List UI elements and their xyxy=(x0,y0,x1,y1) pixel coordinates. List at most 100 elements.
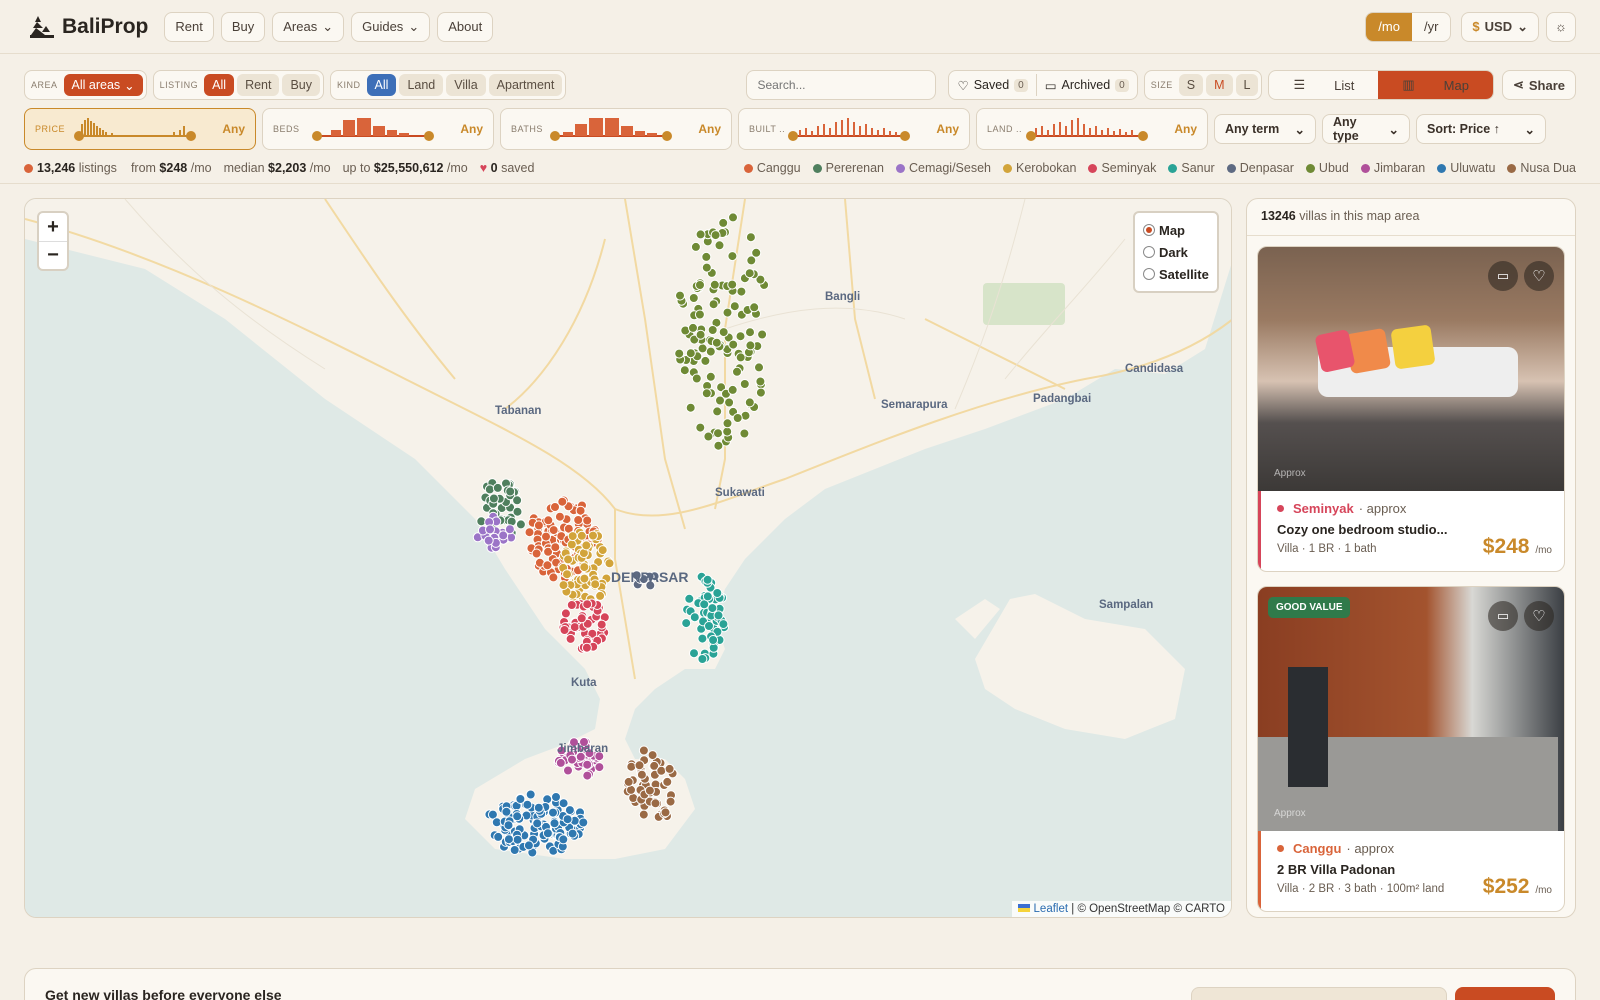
listing-marker[interactable] xyxy=(745,327,755,338)
listing-marker[interactable] xyxy=(755,376,766,387)
listing-marker[interactable] xyxy=(594,762,605,773)
listing-marker[interactable] xyxy=(708,635,719,645)
listing-marker[interactable] xyxy=(749,302,760,313)
listing-marker[interactable] xyxy=(567,754,577,765)
listing-marker[interactable] xyxy=(525,789,536,800)
nav-buy[interactable]: Buy xyxy=(220,11,266,42)
listing-marker[interactable] xyxy=(697,654,708,664)
listing-marker[interactable] xyxy=(484,484,495,495)
legend-item-uluwatu[interactable]: Uluwatu xyxy=(1437,161,1495,175)
listing-marker[interactable] xyxy=(713,428,723,439)
listing-marker[interactable] xyxy=(597,545,608,556)
listing-marker[interactable] xyxy=(485,524,495,535)
listing-marker[interactable] xyxy=(695,422,706,433)
newsletter-subscribe-button[interactable] xyxy=(1455,987,1555,1000)
listing-marker[interactable] xyxy=(704,621,714,631)
sort-select[interactable]: Sort: Price ↑ ⌄ xyxy=(1416,114,1546,144)
listing-marker[interactable] xyxy=(729,301,740,312)
logo[interactable]: BaliProp xyxy=(28,14,148,40)
listing-marker[interactable] xyxy=(509,845,520,855)
legend-item-ubud[interactable]: Ubud xyxy=(1305,161,1349,175)
listing-marker[interactable] xyxy=(711,337,722,348)
listing-marker[interactable] xyxy=(709,279,720,290)
listing-marker[interactable] xyxy=(702,574,713,585)
listing-marker[interactable] xyxy=(735,352,746,363)
saved-button[interactable]: ♡ Saved 0 xyxy=(957,78,1028,93)
nav-guides[interactable]: Guides ⌄ xyxy=(351,11,431,42)
kind-land-chip[interactable]: Land xyxy=(399,74,444,96)
period-monthly-button[interactable]: /mo xyxy=(1366,12,1412,41)
size-m-chip[interactable]: M xyxy=(1206,74,1233,96)
type-select[interactable]: Any type ⌄ xyxy=(1322,114,1410,144)
listing-marker[interactable] xyxy=(541,531,551,542)
area-select[interactable]: All areas ⌄ xyxy=(63,74,143,96)
favorite-button[interactable]: ♡ xyxy=(1524,261,1554,291)
listing-marker[interactable] xyxy=(634,760,645,771)
listing-marker[interactable] xyxy=(644,785,655,796)
list-view-button[interactable]: ☰ List xyxy=(1269,71,1378,99)
listing-marker[interactable] xyxy=(569,622,580,633)
listing-marker[interactable] xyxy=(656,765,667,776)
listing-marker[interactable] xyxy=(596,619,607,630)
listing-marker[interactable] xyxy=(562,814,573,825)
listing-buy-chip[interactable]: Buy xyxy=(282,74,321,96)
listing-marker[interactable] xyxy=(751,247,762,258)
listing-marker[interactable] xyxy=(548,807,558,818)
listing-marker[interactable] xyxy=(744,397,755,408)
listing-marker[interactable] xyxy=(560,608,571,619)
search-input[interactable] xyxy=(746,70,937,100)
listing-card[interactable]: ▭ ♡ Approx Seminyak · approx Cozy one bed… xyxy=(1257,246,1565,572)
listing-marker[interactable] xyxy=(590,579,601,590)
listing-marker[interactable] xyxy=(548,572,559,583)
listing-marker[interactable] xyxy=(664,763,675,774)
listing-marker[interactable] xyxy=(707,325,718,335)
listing-marker[interactable] xyxy=(703,431,714,442)
listing-marker[interactable] xyxy=(565,633,576,644)
listing-marker[interactable] xyxy=(695,329,706,340)
listing-marker[interactable] xyxy=(722,418,733,429)
listing-marker[interactable] xyxy=(581,540,592,551)
listing-marker[interactable] xyxy=(660,807,671,818)
listing-marker[interactable] xyxy=(697,343,708,354)
listing-marker[interactable] xyxy=(567,531,578,542)
listing-marker[interactable] xyxy=(604,558,615,569)
nav-rent[interactable]: Rent xyxy=(164,11,214,42)
listing-marker[interactable] xyxy=(579,562,590,573)
listing-marker[interactable] xyxy=(567,828,578,839)
listing-marker[interactable] xyxy=(512,811,523,822)
listing-marker[interactable] xyxy=(727,279,738,290)
listing-marker[interactable] xyxy=(563,554,574,565)
listing-marker[interactable] xyxy=(551,792,561,802)
listing-marker[interactable] xyxy=(647,750,658,761)
listing-marker[interactable] xyxy=(579,573,590,584)
listing-marker[interactable] xyxy=(718,327,729,338)
listing-marker[interactable] xyxy=(701,251,712,262)
size-s-chip[interactable]: S xyxy=(1178,74,1204,96)
term-select[interactable]: Any term ⌄ xyxy=(1214,114,1316,144)
listing-marker[interactable] xyxy=(665,796,676,807)
listing-marker[interactable] xyxy=(543,515,554,526)
listing-marker[interactable] xyxy=(745,232,756,243)
listing-marker[interactable] xyxy=(713,440,724,451)
listing-photo[interactable]: GOOD VALUE ▭ ♡ Approx xyxy=(1258,587,1564,831)
listing-marker[interactable] xyxy=(722,307,733,318)
listing-marker[interactable] xyxy=(638,745,649,756)
listing-marker[interactable] xyxy=(744,268,755,279)
listing-marker[interactable] xyxy=(679,365,690,376)
listing-marker[interactable] xyxy=(573,515,584,525)
listing-marker[interactable] xyxy=(501,806,512,817)
listing-marker[interactable] xyxy=(626,761,637,772)
map-view-button[interactable]: ▥ Map xyxy=(1378,71,1493,99)
listing-marker[interactable] xyxy=(564,805,575,816)
listing-marker[interactable] xyxy=(638,809,649,820)
listing-marker[interactable] xyxy=(628,793,639,803)
archived-button[interactable]: ▭ Archived 0 xyxy=(1045,78,1129,93)
listing-marker[interactable] xyxy=(715,395,725,406)
listing-marker[interactable] xyxy=(718,217,729,228)
listing-marker[interactable] xyxy=(582,599,593,610)
listing-marker[interactable] xyxy=(714,240,725,251)
listing-marker[interactable] xyxy=(701,262,712,273)
newsletter-email-input[interactable] xyxy=(1191,987,1447,1000)
beds-range-filter[interactable]: BEDS Any xyxy=(262,108,494,150)
legend-item-canggu[interactable]: Canggu xyxy=(743,161,801,175)
